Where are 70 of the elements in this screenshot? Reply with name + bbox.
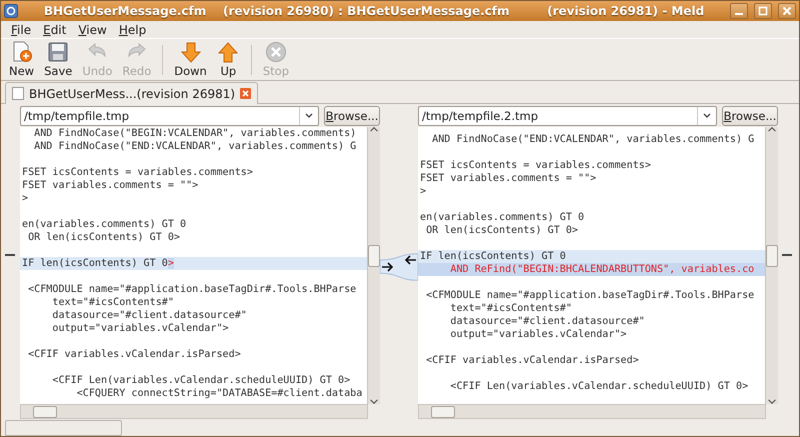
code-line: AND FindNoCase("END:VCALENDAR", variables.comments) G — [33, 140, 358, 153]
vertical-scrollbar[interactable] — [765, 127, 778, 404]
browse-button[interactable]: Browse... — [324, 106, 380, 126]
code-line: > — [419, 185, 428, 198]
code-line: datasource="#client.datasource#" — [449, 315, 646, 328]
code-line: output="variables.vCalendar"> — [51, 322, 230, 335]
scrollbar-thumb[interactable] — [33, 406, 57, 418]
change-connector — [380, 253, 418, 281]
code-line: <CFIF variables.vCalendar.isParsed> — [425, 354, 640, 367]
scroll-down-icon[interactable] — [370, 398, 378, 404]
code-line: AND FindNoCase("END:VCALENDAR", variables.comments) G — [431, 133, 756, 146]
arrow-left-icon[interactable] — [404, 255, 417, 265]
scroll-up-icon[interactable] — [370, 127, 378, 133]
toolbar-button[interactable]: Down — [169, 41, 212, 78]
window-title: BHGetUserMessage.cfm (revision 26980) : BHGetUserMessage.cfm (revision 26981) - Meld — [42, 4, 706, 18]
code-line: AND FindNoCase("BEGIN:VCALENDAR", variables.comments) — [33, 127, 358, 140]
scrollbar-thumb[interactable] — [766, 245, 778, 267]
code-line: <CFIF Len(variables.vCalendar.scheduleUUID) GT 0> — [51, 374, 352, 387]
code-line: <CFQUERY connectString="DATABASE=#client.databa — [76, 387, 364, 400]
scrollbar-thumb[interactable] — [368, 245, 380, 267]
toolbar-button[interactable]: Up — [212, 41, 245, 78]
close-icon — [782, 6, 792, 16]
code-line: FSET variables.comments = ""> — [21, 179, 200, 192]
change-marker — [782, 254, 792, 256]
app-icon — [4, 4, 18, 18]
code-line: FSET icsContents = variables.comments> — [21, 166, 254, 179]
menu-item[interactable]: Edit — [37, 22, 72, 36]
document-icon — [12, 87, 24, 100]
minimize-button[interactable] — [730, 3, 748, 19]
code-line: en(variables.comments) GT 0 — [21, 218, 188, 231]
close-tab-icon[interactable] — [240, 88, 252, 99]
code-line: > — [21, 192, 30, 205]
scroll-up-icon[interactable] — [768, 127, 776, 133]
code-line: datasource="#client.datasource#" — [51, 309, 248, 322]
menu-item[interactable]: View — [72, 22, 113, 36]
up-arrow-icon — [217, 41, 240, 63]
file-path-combo[interactable]: /tmp/tempfile.2.tmp — [418, 106, 717, 126]
code-line: FSET variables.comments = ""> — [419, 172, 598, 185]
horizontal-scrollbar[interactable] — [20, 404, 368, 419]
code-line: <CFMODULE name="#application.baseTagDir#.Tools.BHParse — [27, 283, 358, 296]
code-line: <CFIF Len(variables.vCalendar.scheduleUUID) GT 0> — [449, 380, 750, 393]
menu-item[interactable]: File — [5, 22, 38, 36]
scroll-down-icon[interactable] — [768, 398, 776, 404]
down-arrow-icon — [180, 41, 202, 63]
code-line: FSET icsContents = variables.comments> — [419, 159, 652, 172]
browse-button[interactable]: Browse... — [722, 106, 778, 126]
code-line: <CFIF variables.vCalendar.isParsed> — [27, 348, 242, 361]
code-line: OR len(icsContents) GT 0> — [425, 224, 580, 237]
change-marker — [5, 254, 15, 256]
maximize-button[interactable] — [754, 3, 772, 19]
close-button[interactable] — [778, 3, 796, 19]
arrow-right-icon[interactable] — [381, 262, 394, 272]
menu-item[interactable]: Help — [112, 22, 152, 36]
stop-icon — [264, 41, 287, 63]
vertical-scrollbar[interactable] — [367, 127, 380, 404]
document-tab[interactable]: BHGetUserMess...(revision 26981) — [5, 82, 258, 104]
code-line: <CFMODULE name="#application.baseTagDir#.Tools.BHParse — [425, 289, 756, 302]
horizontal-scrollbar[interactable] — [418, 404, 766, 419]
scrollbar-thumb[interactable] — [431, 406, 455, 418]
minimize-icon — [735, 13, 743, 15]
code-line: text="#icsContents#" — [51, 296, 175, 309]
new-document-icon — [10, 41, 33, 63]
toolbar-button[interactable]: New — [4, 41, 40, 78]
code-line: OR len(icsContents) GT 0> — [27, 231, 182, 244]
code-line: output="variables.vCalendar"> — [449, 328, 628, 341]
code-line: en(variables.comments) GT 0 — [419, 211, 586, 224]
toolbar-button[interactable]: Save — [39, 41, 78, 78]
maximize-icon — [758, 6, 768, 16]
file-path-combo[interactable]: /tmp/tempfile.tmp — [20, 106, 319, 126]
code-line: text="#icsContents#" — [449, 302, 573, 315]
